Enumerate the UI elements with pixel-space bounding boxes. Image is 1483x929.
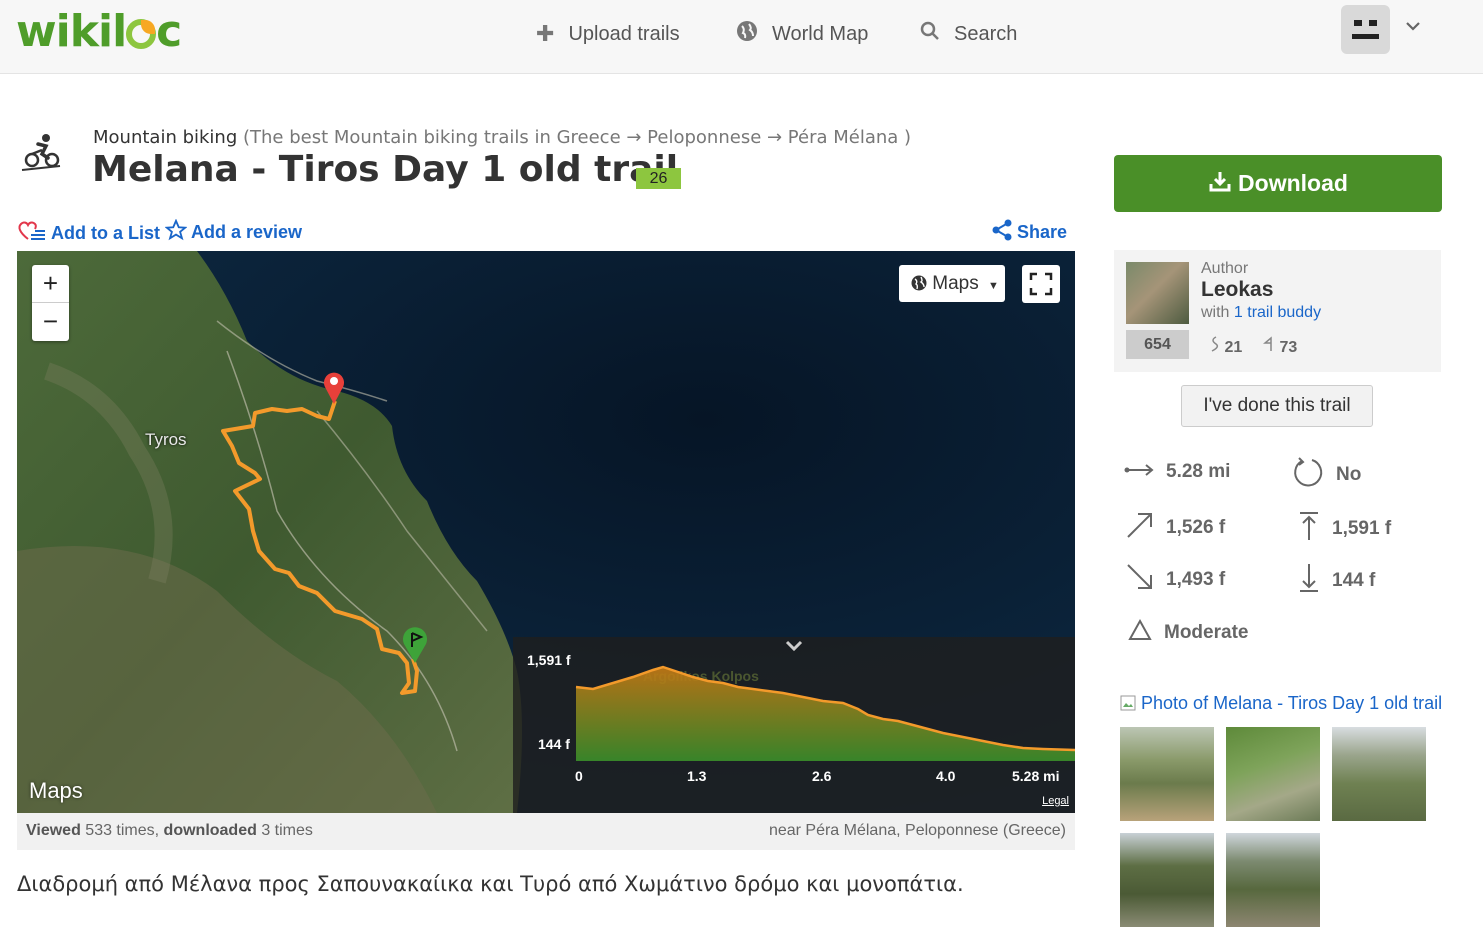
author-followers-count: 73 [1262,336,1297,357]
trail-badge: 26 [636,168,681,189]
min-elevation-icon [1298,563,1332,599]
nav-search-label: Search [954,22,1018,45]
caret-down-icon: ▼ [988,280,999,292]
author-rank-badge: 654 [1126,330,1189,359]
add-to-list-button[interactable]: Add to a List [17,219,160,248]
arrow-up-right-icon [1126,511,1166,545]
wikiloc-logo[interactable]: wikil c [16,6,182,57]
loop-icon [1292,456,1336,494]
nav-upload-trails[interactable]: ✚ Upload trails [536,18,680,50]
nav-search[interactable]: Search [920,18,1017,50]
author-name[interactable]: Leokas [1201,278,1273,302]
elevation-profile[interactable]: Argolikos Kolpos 1,591 f 144 f 0 1.3 2.6… [513,637,1075,792]
author-card: Author Leokas with 1 trail buddy 654 21 … [1114,250,1441,372]
author-photo[interactable] [1126,262,1189,324]
download-label: Download [1238,170,1348,196]
star-icon [164,218,191,246]
elevation-max-label: 1,591 f [527,652,571,668]
author-trails-count: 21 [1208,336,1242,357]
zoom-out-button[interactable]: − [32,303,69,341]
mountain-bike-icon [20,132,62,172]
chevron-down-icon[interactable] [1406,16,1420,37]
view-counts: Viewed 533 times, downloaded 3 times [26,822,313,839]
arrow-down-right-icon [1126,563,1166,597]
distance-icon [1124,461,1166,483]
fullscreen-button[interactable] [1022,265,1060,303]
distance-tick: 2.6 [812,768,832,784]
globe-icon [736,20,758,48]
stat-difficulty: Moderate [1128,618,1248,648]
nav-world-map[interactable]: World Map [736,18,868,50]
share-icon [991,219,1017,246]
globe-icon [911,273,932,294]
author-buddies: with 1 trail buddy [1201,304,1322,321]
trail-icon [1208,336,1224,356]
stat-max-elevation: 1,591 f [1298,511,1391,547]
map-layer-label: Maps [932,273,979,294]
page-title: Melana - Tiros Day 1 old trail [92,149,679,190]
distance-tick: 0 [575,768,583,784]
stat-min-elevation: 144 f [1298,563,1375,599]
add-review-button[interactable]: Add a review [164,218,303,246]
trail-buddy-link[interactable]: 1 trail buddy [1234,304,1321,321]
broken-image-icon [1120,693,1141,713]
breadcrumb: Mountain biking (The best Mountain bikin… [93,127,911,148]
download-icon [1208,169,1238,199]
top-bar: wikil c ✚ Upload trails World Map Search [0,0,1483,74]
photo-gallery-title[interactable]: Photo of Melana - Tiros Day 1 old trail [1120,693,1442,714]
plus-icon: ✚ [536,21,555,46]
legal-link[interactable]: Legal [1042,795,1069,807]
stat-loop: No [1292,456,1361,494]
legal-strip: Legal [513,792,1075,813]
max-elevation-icon [1298,511,1332,547]
user-avatar[interactable] [1341,5,1390,54]
apple-maps-brand: Maps [29,778,83,803]
trail-map[interactable]: Tyros + − Maps ▼ Maps Argolikos Kolpos 1… [17,251,1075,813]
trail-photo-thumbnail[interactable] [1332,727,1426,821]
trail-photo-thumbnail[interactable] [1226,833,1320,927]
done-trail-button[interactable]: I've done this trail [1181,385,1373,427]
add-review-label: Add a review [191,222,303,242]
author-label: Author [1201,260,1249,277]
zoom-in-button[interactable]: + [32,265,69,303]
trail-photo-thumbnail[interactable] [1120,727,1214,821]
elevation-min-label: 144 f [538,736,570,752]
heart-list-icon [17,219,51,248]
share-label: Share [1017,222,1068,242]
nav-upload-label: Upload trails [568,22,680,45]
map-layer-button[interactable]: Maps ▼ [899,265,1005,302]
download-button[interactable]: Download [1114,155,1442,212]
trail-photo-thumbnail[interactable] [1120,833,1214,927]
add-to-list-label: Add to a List [51,223,160,243]
trail-photo-thumbnail[interactable] [1226,727,1320,821]
distance-tick: 4.0 [936,768,956,784]
stat-distance: 5.28 mi [1124,461,1230,483]
trail-description: Διαδρομή από Μέλανα προς Σαπουνακαίικα κ… [17,872,964,896]
stat-elevation-loss: 1,493 f [1126,563,1225,597]
distance-tick: 1.3 [687,768,707,784]
zoom-control: + − [32,265,69,341]
trail-location: near Péra Mélana, Peloponnese (Greece) [768,822,1066,839]
breadcrumb-path[interactable]: (The best Mountain biking trails in Gree… [243,127,911,148]
fullscreen-icon [1022,272,1060,307]
view-stats-bar: Viewed 533 times, downloaded 3 times nea… [17,813,1075,850]
share-button[interactable]: Share [991,219,1067,246]
search-icon [920,21,940,47]
triangle-icon [1128,618,1164,648]
activity-type[interactable]: Mountain biking [93,127,237,148]
follow-flag-icon [1262,336,1279,356]
distance-tick: 5.28 mi [1012,768,1060,784]
nav-world-label: World Map [772,22,869,45]
place-label-tyros: Tyros [145,430,187,449]
elevation-chart: Argolikos Kolpos [575,665,1075,761]
stat-elevation-gain: 1,526 f [1126,511,1225,545]
